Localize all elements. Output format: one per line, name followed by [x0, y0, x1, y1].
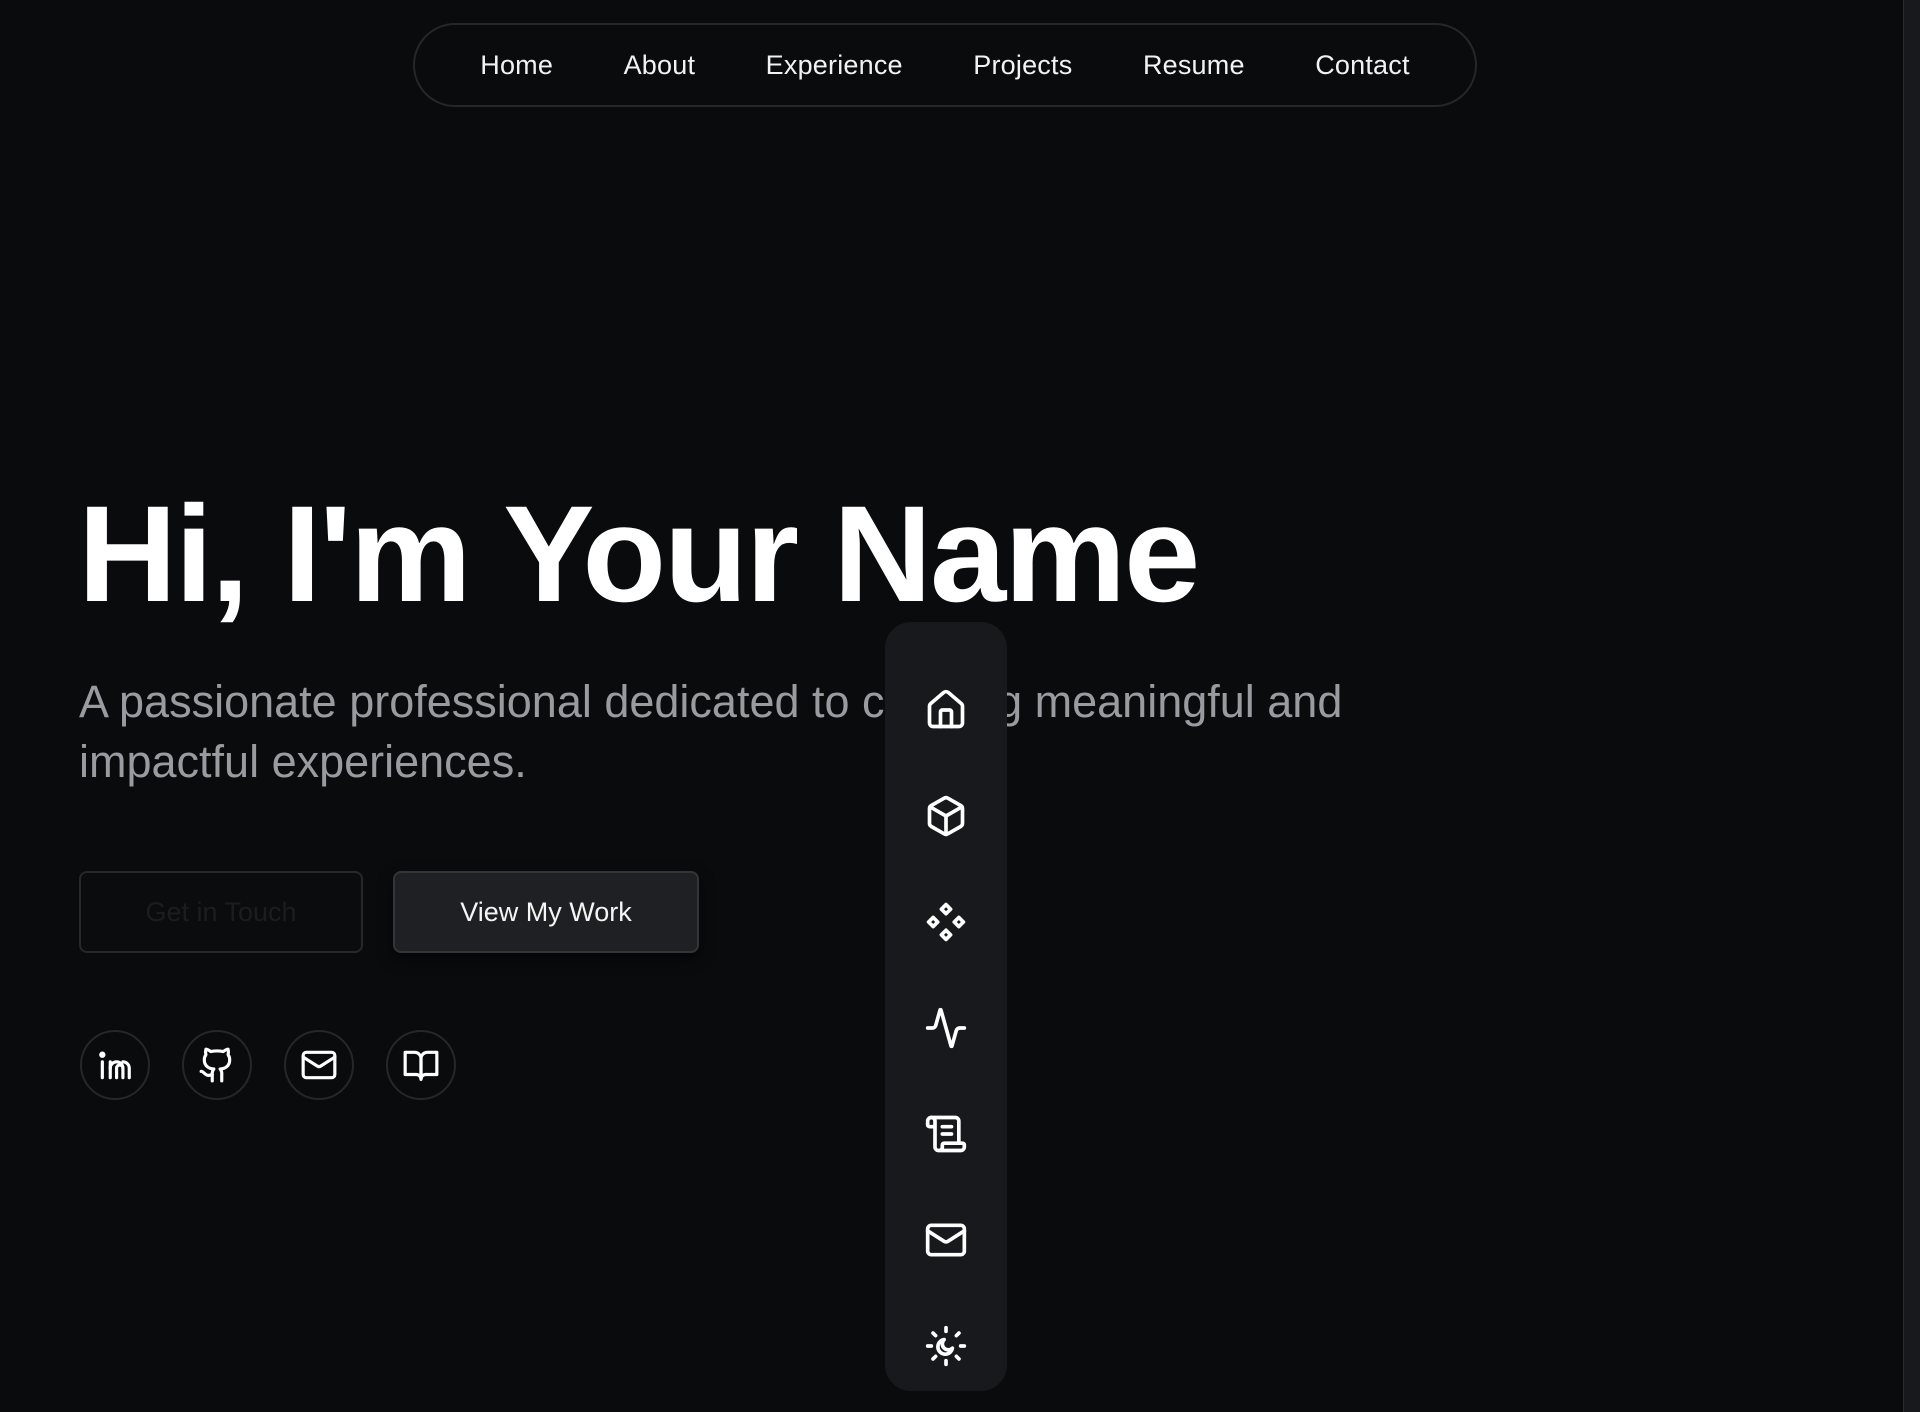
blog-link[interactable] [386, 1030, 456, 1100]
dock-experience-button[interactable] [885, 988, 1007, 1068]
dock-skills-button[interactable] [885, 882, 1007, 962]
mail-icon [925, 1223, 967, 1257]
theme-toggle-icon [925, 1325, 967, 1367]
nav-about-link[interactable]: About [624, 50, 696, 81]
linkedin-icon [99, 1051, 131, 1080]
floating-dock [885, 622, 1007, 1391]
nav-projects-link[interactable]: Projects [973, 50, 1072, 81]
nav-resume-link[interactable]: Resume [1143, 50, 1245, 81]
activity-icon [925, 1007, 967, 1049]
dock-home-button[interactable] [885, 670, 1007, 750]
github-link[interactable] [182, 1030, 252, 1100]
nav-experience-link[interactable]: Experience [766, 50, 903, 81]
page: Home About Experience Projects Resume Co… [0, 0, 1920, 1412]
top-navigation: Home About Experience Projects Resume Co… [413, 23, 1477, 107]
book-icon [403, 1050, 439, 1081]
get-in-touch-button[interactable]: Get in Touch [79, 871, 363, 953]
hero-subtitle: A passionate professional dedicated to c… [79, 676, 1343, 787]
scroll-icon [925, 1115, 967, 1153]
home-icon [927, 689, 965, 729]
linkedin-link[interactable] [80, 1030, 150, 1100]
github-icon [199, 1047, 232, 1083]
dock-resume-button[interactable] [885, 1094, 1007, 1174]
mail-icon [301, 1050, 337, 1080]
email-link[interactable] [284, 1030, 354, 1100]
hero-title: Hi, I'm Your Name [78, 478, 1200, 631]
nav-contact-link[interactable]: Contact [1315, 50, 1409, 81]
components-icon [926, 902, 966, 942]
nav-home-link[interactable]: Home [480, 50, 553, 81]
view-my-work-button[interactable]: View My Work [393, 871, 699, 953]
box-icon [927, 795, 965, 837]
dock-theme-toggle-button[interactable] [885, 1306, 1007, 1386]
window-edge [1903, 0, 1920, 1412]
dock-projects-button[interactable] [885, 776, 1007, 856]
dock-contact-button[interactable] [885, 1200, 1007, 1280]
